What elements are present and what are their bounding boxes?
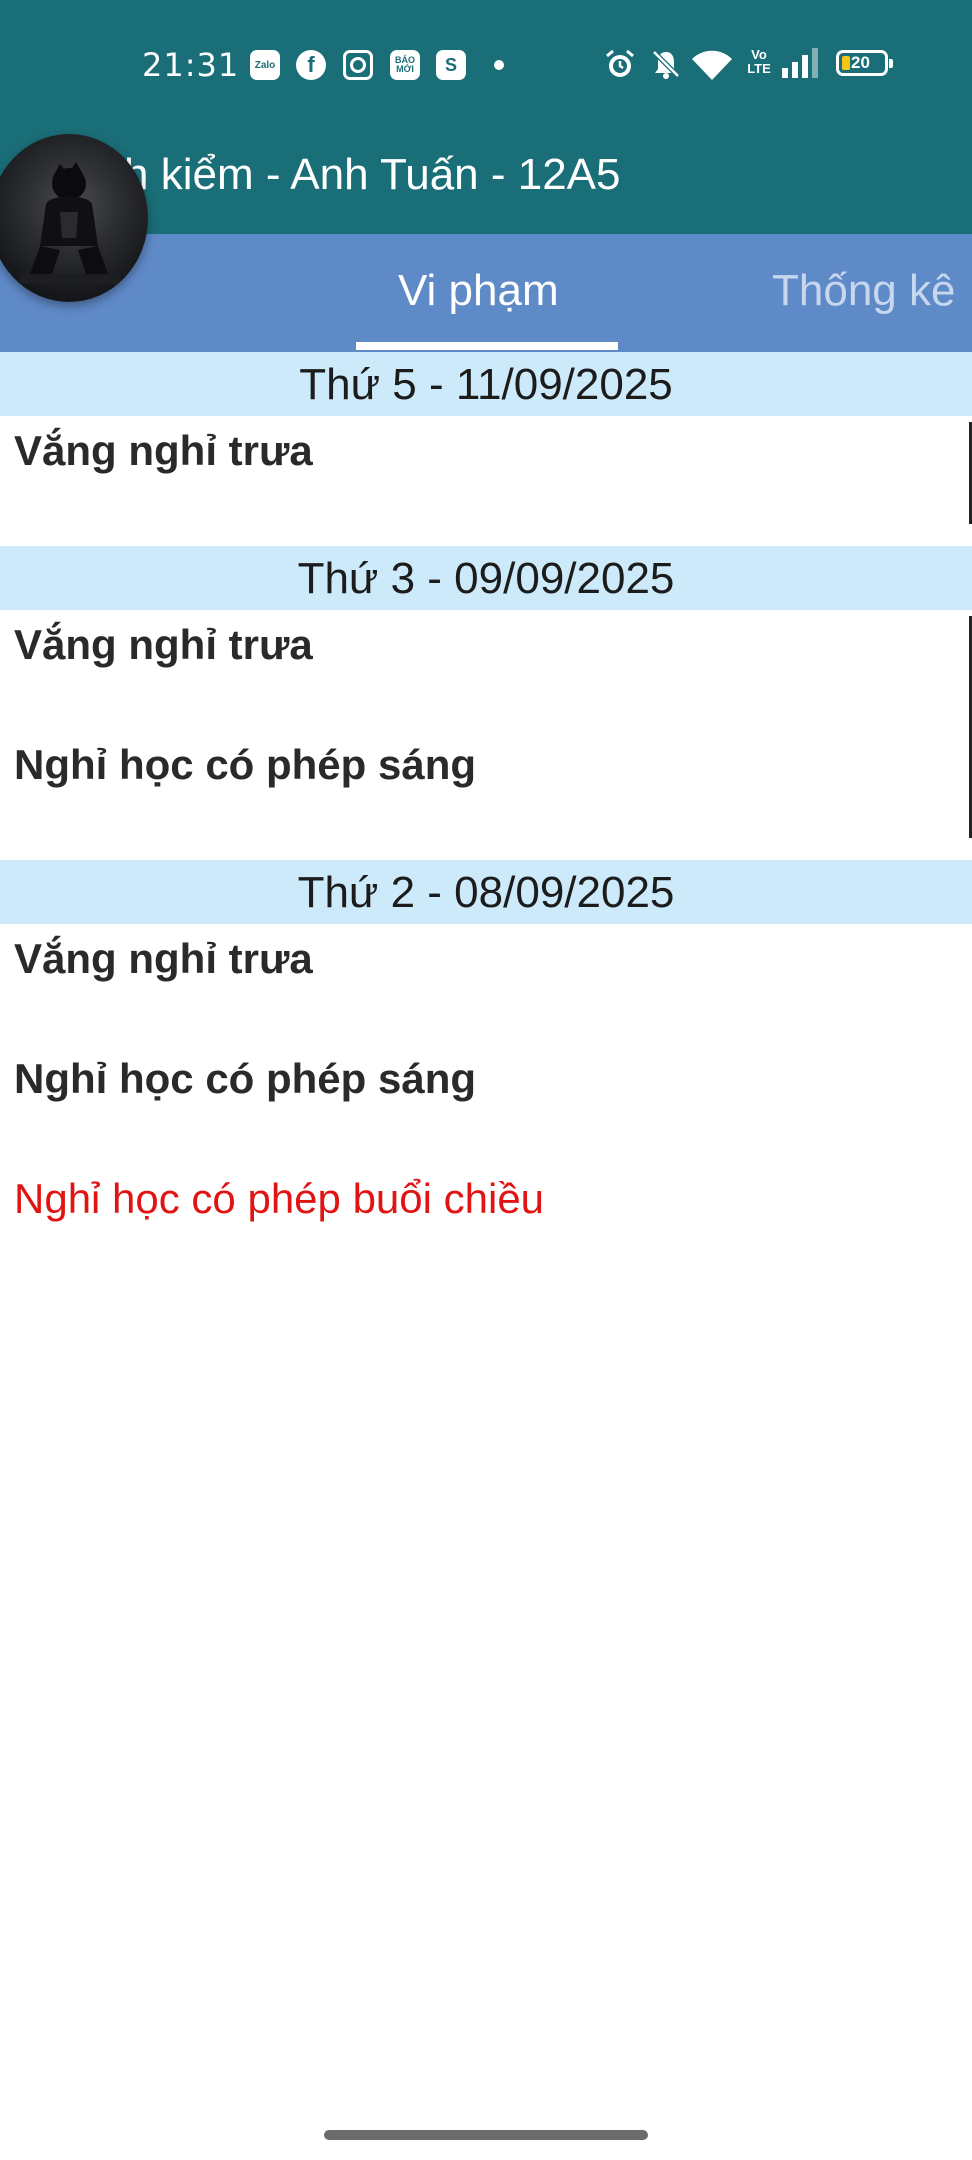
list-item[interactable]: Vắng nghỉ trưa [0,924,972,1044]
group-items: Vắng nghỉ trưa [0,416,972,524]
date-header: Thứ 5 - 11/09/2025 [0,352,972,416]
shopee-icon: S [436,50,466,80]
facebook-icon: f [296,50,326,80]
date-header: Thứ 2 - 08/09/2025 [0,860,972,924]
signal-icon [782,48,818,78]
home-indicator[interactable] [324,2130,648,2140]
baomoi-icon: BÁO MỚI [390,50,420,80]
more-notifications-dot-icon [494,60,504,70]
battery-icon: 20 [836,50,893,76]
group-items: Vắng nghỉ trưa Nghỉ học có phép sáng [0,610,972,838]
instagram-icon [343,50,373,80]
list-item-highlighted[interactable]: Nghỉ học có phép buổi chiều [0,1164,972,1284]
avatar-figure-icon [20,162,120,284]
date-group: Thứ 3 - 09/09/2025 Vắng nghỉ trưa Nghỉ h… [0,546,972,838]
battery-fill [842,56,850,70]
bell-muted-icon [652,50,680,79]
tab-thong-ke[interactable]: Thống kê [772,266,955,316]
list-item[interactable]: Nghỉ học có phép sáng [0,1044,972,1164]
violation-list: Thứ 5 - 11/09/2025 Vắng nghỉ trưa Thứ 3 … [0,352,972,1306]
zalo-icon: Zalo [250,50,280,80]
wifi-icon [692,50,732,80]
alarm-icon [606,49,634,77]
list-item[interactable]: Vắng nghỉ trưa [0,610,972,730]
volte-text: Vo LTE [747,47,771,76]
volte-icon: Vo LTE [746,48,772,76]
list-item[interactable]: Nghỉ học có phép sáng [0,730,972,838]
clock: 21:31 [142,46,240,84]
avatar[interactable] [0,134,148,302]
list-item[interactable]: Vắng nghỉ trưa [0,416,972,524]
active-tab-indicator [356,342,618,350]
date-group: Thứ 2 - 08/09/2025 Vắng nghỉ trưa Nghỉ h… [0,860,972,1284]
status-bar: 21:31 Zalo f BÁO MỚI S Vo LTE 20 [0,0,972,130]
group-items: Vắng nghỉ trưa Nghỉ học có phép sáng Ngh… [0,924,972,1284]
date-header: Thứ 3 - 09/09/2025 [0,546,972,610]
page-title: h kiểm - Anh Tuấn - 12A5 [124,150,621,199]
tab-vi-pham[interactable]: Vi phạm [398,266,559,316]
date-group: Thứ 5 - 11/09/2025 Vắng nghỉ trưa [0,352,972,524]
battery-level: 20 [851,53,870,72]
